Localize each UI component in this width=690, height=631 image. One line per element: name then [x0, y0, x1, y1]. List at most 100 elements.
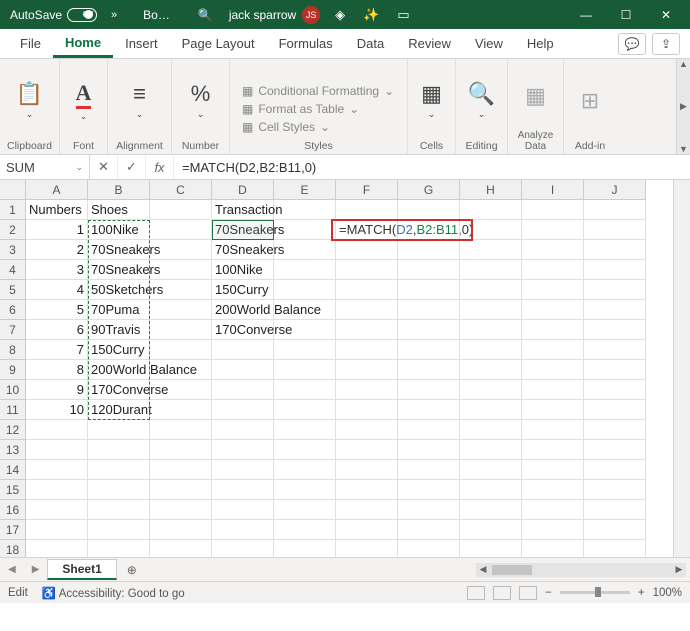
minimize-button[interactable]: — — [566, 0, 606, 29]
cell[interactable] — [212, 420, 274, 440]
cell[interactable] — [522, 380, 584, 400]
cell[interactable] — [274, 460, 336, 480]
cell[interactable] — [150, 300, 212, 320]
cell[interactable] — [460, 480, 522, 500]
grid-body[interactable]: NumbersShoesTransaction1100Nike70Sneaker… — [26, 200, 646, 557]
cell[interactable] — [212, 500, 274, 520]
cell[interactable] — [274, 320, 336, 340]
cell[interactable] — [26, 500, 88, 520]
cell[interactable] — [336, 240, 398, 260]
row-header[interactable]: 13 — [0, 440, 26, 460]
comments-button[interactable]: 💬 — [618, 33, 646, 55]
cell[interactable] — [522, 280, 584, 300]
cell[interactable] — [336, 540, 398, 557]
cell[interactable] — [212, 440, 274, 460]
cell[interactable] — [274, 480, 336, 500]
add-sheet-button[interactable]: ⊕ — [117, 563, 147, 577]
cell[interactable] — [398, 440, 460, 460]
cell[interactable] — [150, 400, 212, 420]
row-header[interactable]: 6 — [0, 300, 26, 320]
cell[interactable]: 90Travis — [88, 320, 150, 340]
tab-formulas[interactable]: Formulas — [267, 29, 345, 58]
sheet-tab-active[interactable]: Sheet1 — [47, 559, 116, 580]
cell[interactable] — [398, 540, 460, 557]
diamond-icon[interactable]: ◈ — [326, 7, 354, 23]
cell[interactable] — [522, 420, 584, 440]
cell[interactable] — [88, 520, 150, 540]
cell[interactable] — [274, 220, 336, 240]
cell[interactable] — [522, 460, 584, 480]
share-button[interactable]: ⇪ — [652, 33, 680, 55]
tab-review[interactable]: Review — [396, 29, 463, 58]
cell[interactable]: 70Puma — [88, 300, 150, 320]
cell[interactable] — [150, 420, 212, 440]
cell[interactable] — [398, 520, 460, 540]
col-header-C[interactable]: C — [150, 180, 212, 200]
cell[interactable] — [88, 420, 150, 440]
row-header[interactable]: 8 — [0, 340, 26, 360]
cell[interactable] — [212, 520, 274, 540]
cell[interactable] — [460, 320, 522, 340]
cell[interactable] — [26, 440, 88, 460]
cell[interactable] — [460, 460, 522, 480]
editing-icon[interactable]: 🔍⌄ — [468, 63, 495, 138]
font-icon[interactable]: A⌄ — [76, 63, 92, 138]
cell[interactable] — [522, 260, 584, 280]
cell[interactable] — [460, 520, 522, 540]
cell[interactable]: 10 — [26, 400, 88, 420]
row-header[interactable]: 14 — [0, 460, 26, 480]
cell[interactable] — [336, 500, 398, 520]
cell[interactable] — [522, 300, 584, 320]
quick-access-more-icon[interactable]: » — [103, 9, 125, 21]
cell[interactable] — [150, 540, 212, 557]
cell[interactable] — [398, 220, 460, 240]
select-all-corner[interactable] — [0, 180, 26, 200]
alignment-icon[interactable]: ≡⌄ — [133, 63, 146, 138]
sheet-nav-next[interactable]: ▶ — [24, 564, 48, 575]
cell[interactable] — [398, 280, 460, 300]
cell[interactable] — [584, 220, 646, 240]
cell[interactable] — [584, 440, 646, 460]
cell[interactable]: 170Converse — [88, 380, 150, 400]
cell[interactable] — [274, 300, 336, 320]
cell[interactable] — [522, 540, 584, 557]
cell[interactable] — [460, 440, 522, 460]
tab-help[interactable]: Help — [515, 29, 566, 58]
cell[interactable] — [150, 240, 212, 260]
cell[interactable] — [212, 540, 274, 557]
cell[interactable] — [336, 320, 398, 340]
col-header-F[interactable]: F — [336, 180, 398, 200]
cell[interactable] — [274, 440, 336, 460]
row-header[interactable]: 15 — [0, 480, 26, 500]
row-header[interactable]: 3 — [0, 240, 26, 260]
cell[interactable] — [150, 500, 212, 520]
cell[interactable] — [584, 540, 646, 557]
addins-icon[interactable]: ⊞ — [581, 63, 599, 138]
cell[interactable] — [274, 280, 336, 300]
cell[interactable] — [274, 340, 336, 360]
cell[interactable] — [274, 420, 336, 440]
tab-file[interactable]: File — [8, 29, 53, 58]
cell[interactable] — [212, 460, 274, 480]
cell[interactable] — [398, 480, 460, 500]
row-header[interactable]: 7 — [0, 320, 26, 340]
cell[interactable] — [274, 520, 336, 540]
cell[interactable] — [336, 340, 398, 360]
cell[interactable] — [336, 420, 398, 440]
cell[interactable] — [584, 400, 646, 420]
cell[interactable] — [336, 460, 398, 480]
cell[interactable] — [398, 420, 460, 440]
cell[interactable]: 1 — [26, 220, 88, 240]
cell[interactable]: 70Sneakers — [88, 240, 150, 260]
cell[interactable] — [398, 380, 460, 400]
cell[interactable]: 70Sneakers — [88, 260, 150, 280]
cell[interactable] — [522, 520, 584, 540]
cell[interactable] — [584, 480, 646, 500]
col-header-A[interactable]: A — [26, 180, 88, 200]
cell[interactable] — [522, 220, 584, 240]
name-box[interactable]: SUM⌄ — [0, 155, 90, 179]
cell[interactable] — [150, 220, 212, 240]
cell[interactable] — [88, 440, 150, 460]
cell[interactable] — [398, 260, 460, 280]
cell[interactable] — [212, 340, 274, 360]
